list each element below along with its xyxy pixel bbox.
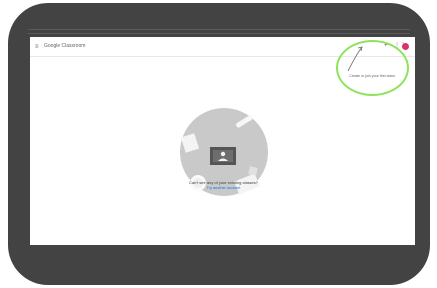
avatar[interactable] [402,43,409,50]
menu-icon[interactable]: ≡ [35,44,39,50]
bezel-divider [28,29,410,30]
app-title[interactable]: Google Classroom [44,44,85,49]
bezel-divider [28,33,410,34]
switch-account-link[interactable]: Try another account [160,186,287,191]
annotation-circle [336,40,409,96]
empty-state-message: Can't see any of your existing classes? [188,180,259,185]
